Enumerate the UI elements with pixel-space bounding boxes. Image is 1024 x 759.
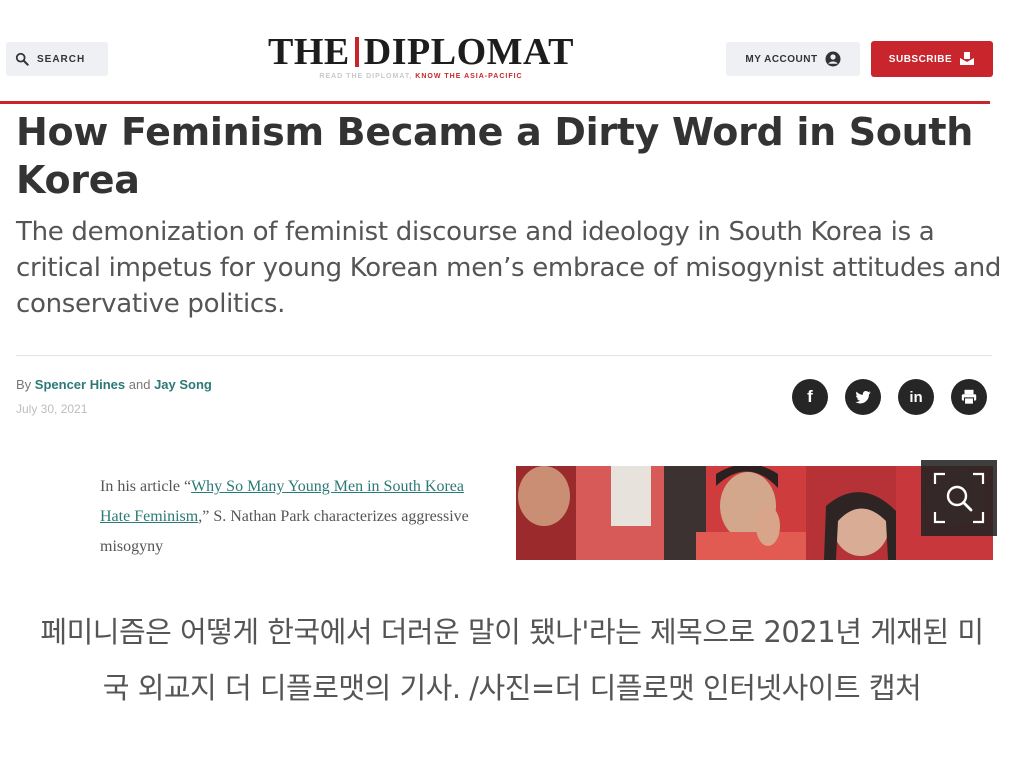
site-logo[interactable]: THE DIPLOMAT READ THE DIPLOMAT, KNOW THE … <box>248 32 594 80</box>
tagline-grey: READ THE DIPLOMAT, <box>319 73 413 80</box>
share-facebook-button[interactable]: f <box>792 379 828 415</box>
subscribe-button[interactable]: SUBSCRIBE <box>871 41 993 77</box>
search-label: SEARCH <box>37 53 86 65</box>
logo-word-diplomat: DIPLOMAT <box>363 31 574 73</box>
share-linkedin-button[interactable]: in <box>898 379 934 415</box>
article-title: How Feminism Became a Dirty Word in Sout… <box>16 110 974 202</box>
my-account-button[interactable]: MY ACCOUNT <box>726 42 860 76</box>
header-divider <box>0 101 990 104</box>
account-label: MY ACCOUNT <box>745 53 818 65</box>
tagline-red: KNOW THE ASIA-PACIFIC <box>415 73 523 80</box>
excerpt-text-1: In his article “ <box>100 478 192 495</box>
subscribe-icon <box>960 52 975 65</box>
facebook-icon: f <box>807 387 813 406</box>
byline-divider <box>16 355 992 356</box>
logo-word-the: THE <box>268 31 350 73</box>
article-excerpt: In his article “Why So Many Young Men in… <box>100 472 490 560</box>
print-icon <box>961 389 977 405</box>
zoom-button[interactable] <box>921 460 997 536</box>
byline: By Spencer Hines and Jay Song <box>16 377 212 392</box>
publish-date: July 30, 2021 <box>16 402 88 416</box>
photo-caption: 페미니즘은 어떻게 한국에서 더러운 말이 됐나'라는 제목으로 2021년 게… <box>40 615 984 705</box>
print-button[interactable] <box>951 379 987 415</box>
share-twitter-button[interactable] <box>845 379 881 415</box>
author-link-1[interactable]: Spencer Hines <box>35 377 125 392</box>
author-link-2[interactable]: Jay Song <box>154 377 212 392</box>
article-subtitle: The demonization of feminist discourse a… <box>16 217 1002 319</box>
logo-tagline: READ THE DIPLOMAT, KNOW THE ASIA-PACIFIC <box>248 73 594 80</box>
search-button[interactable]: SEARCH <box>6 42 108 76</box>
subscribe-label: SUBSCRIBE <box>888 53 953 65</box>
byline-prefix: By <box>16 377 32 392</box>
search-icon <box>15 52 29 66</box>
zoom-icon <box>933 472 985 524</box>
twitter-icon <box>855 391 871 404</box>
article-screenshot: SEARCH THE DIPLOMAT READ THE DIPLOMAT, KN… <box>0 0 1024 560</box>
linkedin-icon: in <box>909 388 923 406</box>
account-icon <box>825 51 841 67</box>
logo-divider <box>354 37 359 67</box>
byline-and: and <box>128 377 151 392</box>
